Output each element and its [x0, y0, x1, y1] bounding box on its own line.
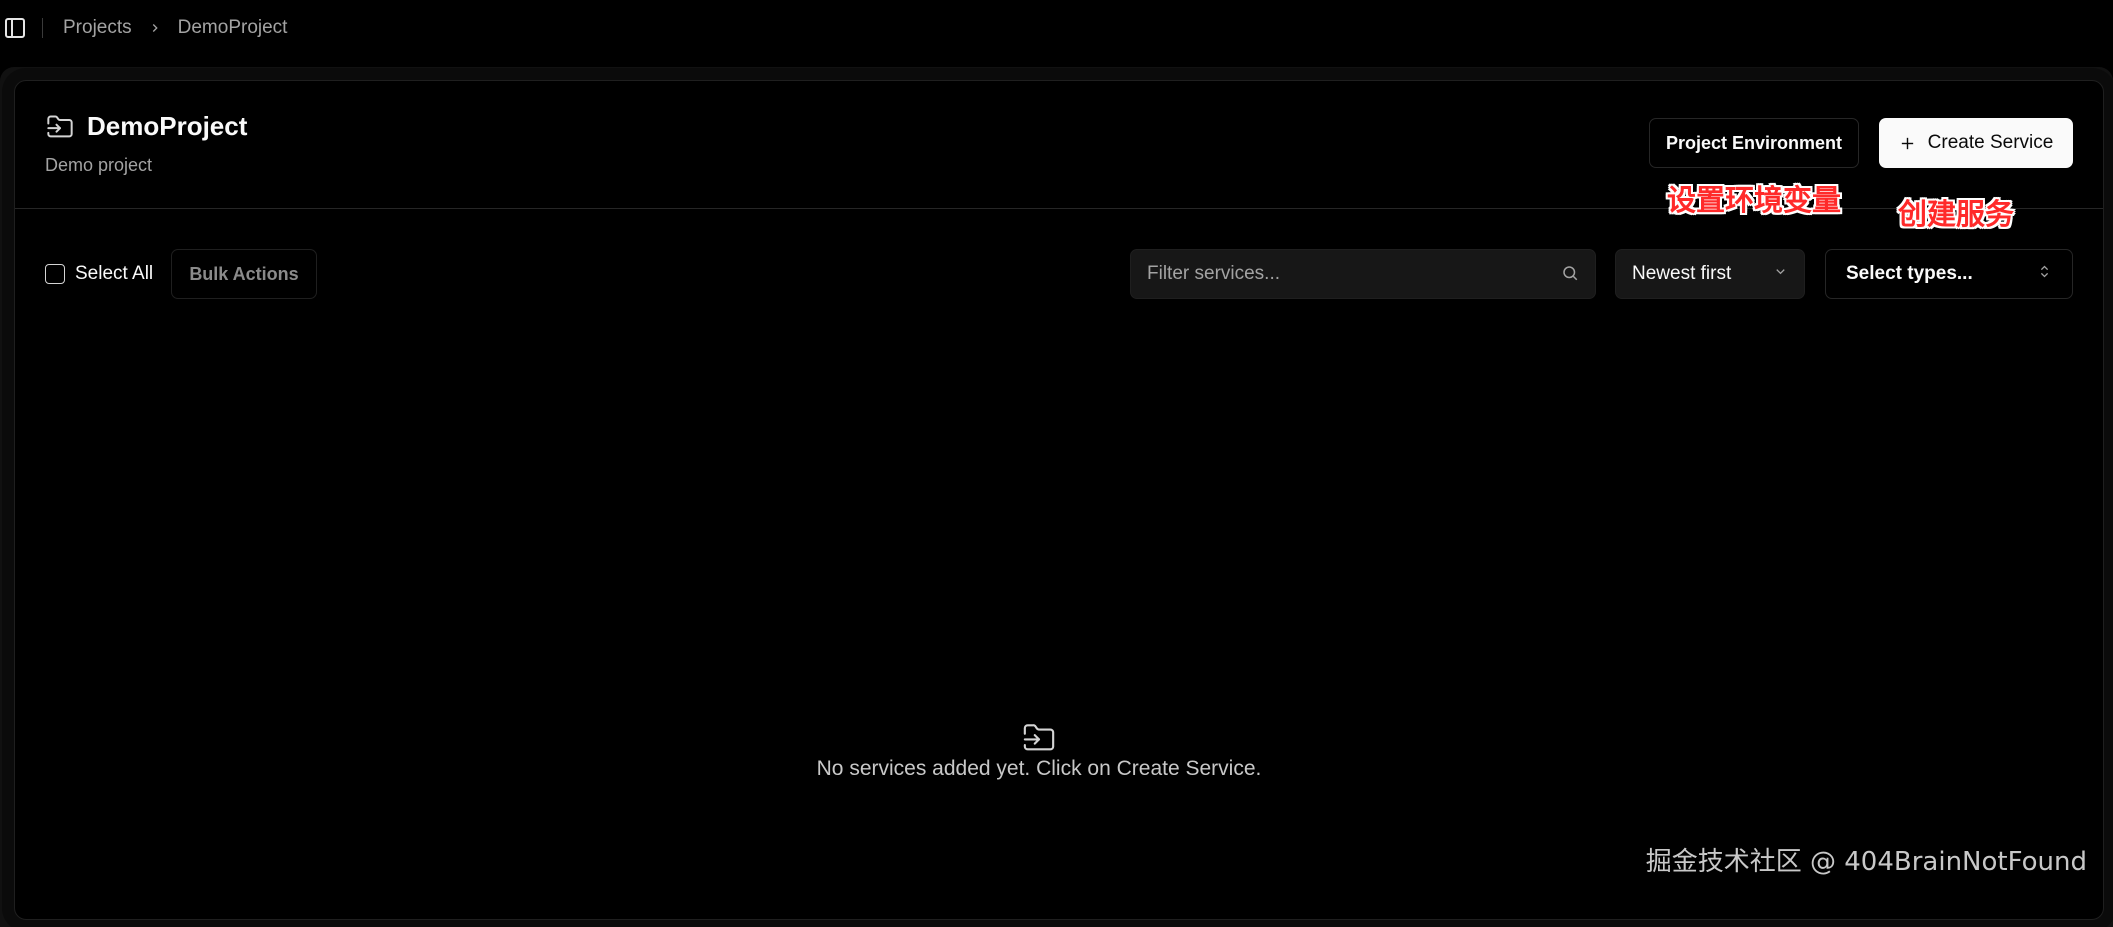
plus-icon — [1899, 135, 1916, 152]
types-select[interactable]: Select types... — [1825, 249, 2073, 299]
breadcrumb-current[interactable]: DemoProject — [178, 17, 288, 39]
create-service-label: Create Service — [1928, 132, 2054, 154]
watermark: 掘金技术社区 @ 404BrainNotFound — [1646, 841, 2087, 878]
title-row: DemoProject — [45, 111, 247, 142]
checkbox-box[interactable] — [45, 264, 65, 284]
bulk-actions-label: Bulk Actions — [189, 264, 298, 285]
select-all-checkbox[interactable]: Select All — [45, 263, 153, 285]
services-toolbar: Select All Bulk Actions Newest first — [15, 249, 2103, 301]
top-bar: Projects DemoProject — [0, 0, 2113, 56]
sidebar-toggle-icon[interactable] — [2, 15, 28, 41]
page-title: DemoProject — [87, 111, 247, 142]
annotation-create: 创建服务 — [1898, 191, 2014, 233]
sort-value: Newest first — [1632, 263, 1731, 285]
search-field — [1130, 249, 1596, 299]
types-value: Select types... — [1846, 263, 1973, 285]
folder-input-icon — [45, 113, 75, 141]
project-environment-label: Project Environment — [1666, 133, 1842, 154]
breadcrumb-projects[interactable]: Projects — [63, 17, 132, 39]
project-header: DemoProject Demo project Project Environ… — [15, 81, 2103, 209]
chevron-right-icon — [148, 21, 162, 35]
empty-state-message: No services added yet. Click on Create S… — [817, 757, 1262, 781]
sort-select[interactable]: Newest first — [1615, 249, 1805, 299]
annotation-environment: 设置环境变量 — [1667, 177, 1841, 219]
project-environment-button[interactable]: Project Environment — [1649, 118, 1859, 168]
empty-state: No services added yet. Click on Create S… — [0, 721, 2083, 781]
select-all-label: Select All — [75, 263, 153, 285]
topbar-divider — [42, 18, 43, 38]
bulk-actions-button[interactable]: Bulk Actions — [171, 249, 317, 299]
create-service-button[interactable]: Create Service — [1879, 118, 2073, 168]
search-input[interactable] — [1145, 262, 1561, 286]
project-panel: DemoProject Demo project Project Environ… — [14, 80, 2104, 920]
chevrons-up-down-icon — [2037, 263, 2052, 285]
folder-input-icon — [1020, 721, 1058, 755]
chevron-down-icon — [1773, 264, 1788, 284]
search-icon — [1561, 264, 1581, 284]
page-subtitle: Demo project — [45, 155, 152, 176]
